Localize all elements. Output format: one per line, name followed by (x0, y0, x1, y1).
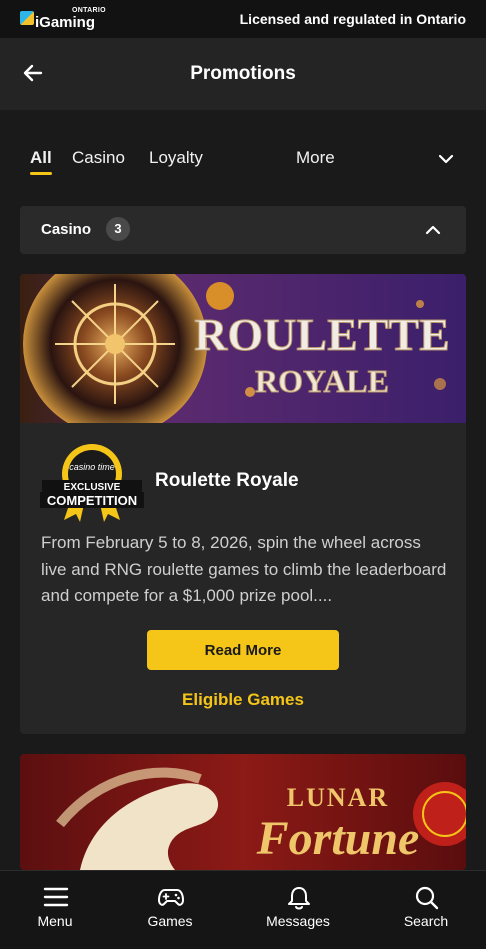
top-bar: ONTARIO iGaming Licensed and regulated i… (0, 0, 486, 38)
logo-region: ONTARIO (72, 7, 106, 14)
nav-search[interactable]: Search (366, 871, 486, 949)
nav-games[interactable]: Games (110, 871, 230, 949)
promotion-description: From February 5 to 8, 2026, spin the whe… (41, 533, 447, 605)
active-tab-indicator (30, 172, 52, 175)
search-icon (415, 886, 439, 910)
tab-more[interactable]: More (296, 148, 335, 168)
promotion-card-2[interactable]: LUNAR Fortune (20, 754, 466, 870)
bell-icon (288, 887, 310, 910)
back-arrow-icon[interactable] (22, 62, 44, 84)
chevron-down-icon[interactable] (437, 150, 455, 168)
badge-brand: casino time (69, 462, 115, 472)
menu-icon (43, 887, 69, 907)
section-count-badge: 3 (106, 217, 130, 241)
promotion-tabs: All Casino Loyalty More (0, 140, 486, 180)
read-more-button[interactable]: Read More (147, 630, 339, 670)
nav-menu-label: Menu (37, 913, 73, 929)
roulette-royale-banner[interactable]: ROULETTE ROYALE (20, 274, 466, 423)
banner2-title-line2: Fortune (256, 812, 420, 865)
banner-title-line2: ROYALE (255, 363, 389, 399)
page-title: Promotions (190, 63, 296, 84)
banner2-title-line1: LUNAR (287, 783, 389, 812)
exclusive-competition-badge: casino time EXCLUSIVE COMPETITION (40, 444, 144, 522)
lunar-fortune-banner[interactable]: LUNAR Fortune (20, 754, 466, 870)
tab-casino[interactable]: Casino (72, 148, 125, 168)
eligible-games-link[interactable]: Eligible Games (20, 690, 466, 710)
nav-menu[interactable]: Menu (0, 871, 115, 949)
banner-title-line1: ROULETTE (194, 309, 450, 360)
section-label: Casino (41, 221, 92, 238)
nav-messages-label: Messages (266, 913, 330, 929)
logo-name: iGaming (35, 14, 96, 31)
promotion-title: Roulette Royale (155, 470, 299, 491)
promotion-card: ROULETTE ROYALE casino time EXCLUSIVE CO… (20, 274, 466, 734)
nav-games-label: Games (147, 913, 193, 929)
casino-section-header[interactable]: Casino 3 (20, 206, 466, 254)
tab-loyalty[interactable]: Loyalty (149, 148, 203, 168)
gamepad-icon (158, 889, 184, 906)
page-header: Promotions (0, 38, 486, 110)
licensed-text: Licensed and regulated in Ontario (239, 11, 466, 27)
badge-line1: EXCLUSIVE (64, 482, 121, 493)
igaming-ontario-logo: ONTARIO iGaming (18, 4, 108, 34)
tab-all[interactable]: All (30, 148, 52, 168)
nav-messages[interactable]: Messages (238, 871, 358, 949)
bottom-navigation: Menu Games Messages Search (0, 870, 486, 949)
logo-mark-icon (20, 11, 34, 25)
nav-search-label: Search (403, 913, 449, 929)
chevron-up-icon[interactable] (424, 221, 442, 239)
badge-line2: COMPETITION (47, 493, 137, 508)
